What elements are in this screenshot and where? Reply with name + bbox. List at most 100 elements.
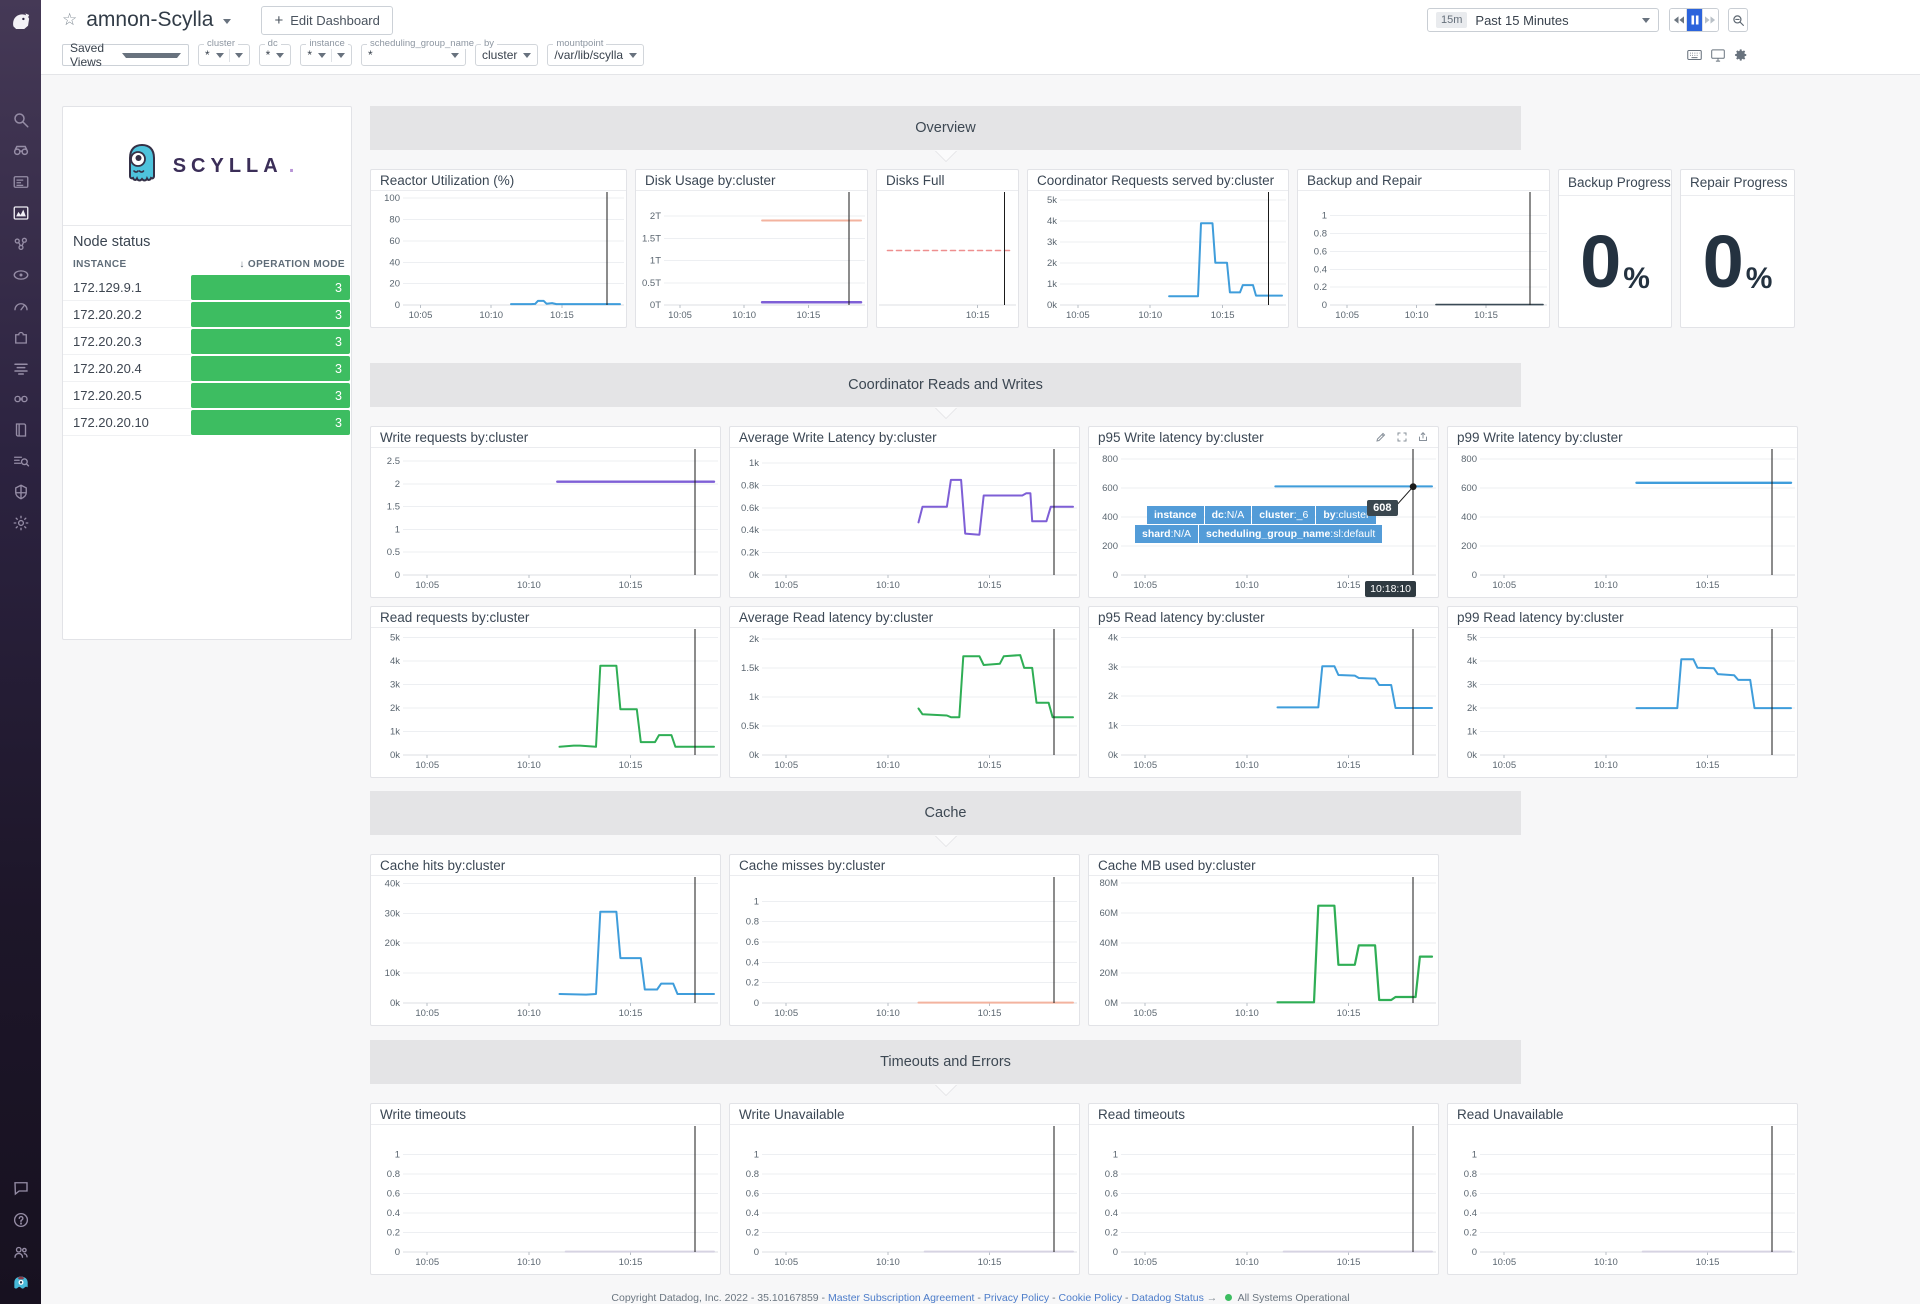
fullscreen-icon[interactable] xyxy=(1396,431,1408,443)
section-header-overview[interactable]: Overview xyxy=(370,106,1521,150)
chart-cache-hits-by-cluster[interactable]: Cache hits by:cluster 0k 10k 20k 30k 40k 10:05… xyxy=(370,854,721,1026)
watchdog-icon[interactable] xyxy=(11,141,31,161)
svg-text:0.8: 0.8 xyxy=(1464,1169,1477,1180)
dashboards-icon[interactable] xyxy=(11,296,31,316)
export-icon[interactable] xyxy=(1417,431,1429,443)
chart-coordinator-requests-served-by-cluster[interactable]: Coordinator Requests served by:cluster 0k… xyxy=(1027,169,1289,328)
zoom-out-button[interactable] xyxy=(1728,8,1748,32)
template-var-mountpoint[interactable]: mountpoint/var/lib/scylla xyxy=(547,38,645,66)
chart-p95-read-latency-by-cluster[interactable]: p95 Read latency by:cluster 0k 1k 2k 3k 4k 10:… xyxy=(1088,606,1439,778)
plot-area[interactable]: 0k 1k 2k 3k 4k 5k 10:05 10:10 10:15 xyxy=(1028,191,1288,327)
plot-area[interactable]: 0k 1k 2k 3k 4k 10:05 10:10 10:15 xyxy=(1089,628,1438,777)
svg-text:10:15: 10:15 xyxy=(1337,1008,1361,1019)
settings-icon[interactable] xyxy=(11,513,31,533)
chart-title: Backup Progress xyxy=(1559,170,1671,196)
integrations-icon[interactable] xyxy=(11,327,31,347)
plot-area[interactable]: 0 20 40 60 80 100 10:05 10:10 10:15 xyxy=(371,191,626,327)
plot-area[interactable]: 0 0.2 0.4 0.6 0.8 1 10:05 10:10 10:15 xyxy=(730,1125,1079,1274)
infrastructure-icon[interactable] xyxy=(11,234,31,254)
chart-p99-write-latency-by-cluster[interactable]: p99 Write latency by:cluster 0 200 400 600 80… xyxy=(1447,426,1798,598)
chart-cache-misses-by-cluster[interactable]: Cache misses by:cluster 0 0.2 0.4 0.6 0.8 1 10:… xyxy=(729,854,1080,1026)
chart-read-unavailable[interactable]: Read Unavailable 0 0.2 0.4 0.6 0.8 1 10:05 10:10… xyxy=(1447,1103,1798,1275)
template-var-label: mountpoint xyxy=(553,38,607,49)
column-header-operation-mode[interactable]: ↓ OPERATION MODE xyxy=(191,259,351,270)
chart-disks-full[interactable]: Disks Full 10:15 xyxy=(876,169,1019,328)
edit-pencil-icon[interactable] xyxy=(1375,431,1387,443)
chart-disk-usage-by-cluster[interactable]: Disk Usage by:cluster 0T 0.5T 1T 1.5T 2T 10:05… xyxy=(635,169,868,328)
plot-area[interactable]: 0k 1k 2k 3k 4k 5k 10:05 10:10 10:15 xyxy=(371,628,720,777)
plot-area[interactable]: 0k 0.5k 1k 1.5k 2k 10:05 10:10 10:15 xyxy=(730,628,1079,777)
template-var-cluster[interactable]: cluster * xyxy=(198,38,250,66)
plot-area[interactable]: 0k 1k 2k 3k 4k 5k 10:05 10:10 10:15 xyxy=(1448,628,1797,777)
plot-area[interactable]: 0T 0.5T 1T 1.5T 2T 10:05 10:10 10:15 xyxy=(636,191,867,327)
chart-backup-progress[interactable]: Backup Progress 0% xyxy=(1558,169,1672,328)
footer-link[interactable]: Cookie Policy xyxy=(1059,1292,1123,1304)
org-users-icon[interactable] xyxy=(11,1242,31,1262)
gear-icon[interactable] xyxy=(1734,48,1748,62)
template-var-scheduling_group_name[interactable]: scheduling_group_name * xyxy=(361,38,478,66)
pause-button[interactable] xyxy=(1686,9,1702,31)
chart-cache-mb-used-by-cluster[interactable]: Cache MB used by:cluster 0M 20M 40M 60M 80M 10… xyxy=(1088,854,1439,1026)
synthetics-icon[interactable] xyxy=(11,389,31,409)
plot-area[interactable]: 0 0.2 0.4 0.6 0.8 1 10:05 10:10 10:15 xyxy=(1089,1125,1438,1274)
chart-average-read-latency-by-cluster[interactable]: Average Read latency by:cluster 0k 0.5k 1k 1… xyxy=(729,606,1080,778)
favorite-star-icon[interactable]: ☆ xyxy=(62,10,77,30)
saved-views-select[interactable]: Saved Views xyxy=(62,41,189,69)
security-icon[interactable] xyxy=(11,482,31,502)
template-var-by[interactable]: by cluster xyxy=(475,38,539,66)
logs-icon[interactable] xyxy=(11,358,31,378)
chart-average-write-latency-by-cluster[interactable]: Average Write Latency by:cluster 0k 0.2k 0.… xyxy=(729,426,1080,598)
plot-area[interactable]: 0 0.2 0.4 0.6 0.8 1 10:05 10:10 10:15 xyxy=(371,1125,720,1274)
chart-repair-progress[interactable]: Repair Progress 0% xyxy=(1680,169,1795,328)
footer-link[interactable]: Master Subscription Agreement xyxy=(828,1292,975,1304)
template-var-dc[interactable]: dc * xyxy=(258,38,292,66)
chart-read-timeouts[interactable]: Read timeouts 0 0.2 0.4 0.6 0.8 1 10:05 10:10 10:… xyxy=(1088,1103,1439,1275)
footer-link[interactable]: Datadog Status xyxy=(1131,1292,1203,1304)
plot-area[interactable]: 0k 10k 20k 30k 40k 10:05 10:10 10:15 xyxy=(371,876,720,1025)
svg-text:0.5T: 0.5T xyxy=(642,278,661,289)
log-explorer-icon[interactable] xyxy=(11,451,31,471)
plot-area[interactable]: 0 0.5 1 1.5 2 2.5 10:05 10:10 10:15 xyxy=(371,448,720,597)
user-avatar[interactable] xyxy=(11,1274,31,1294)
template-var-instance[interactable]: instance * xyxy=(300,38,353,66)
help-icon[interactable] xyxy=(11,1210,31,1230)
forward-button[interactable] xyxy=(1702,9,1718,31)
plot-area[interactable]: 0k 0.2k 0.4k 0.6k 0.8k 1k 10:05 10:10 10:15 xyxy=(730,448,1079,597)
chart-p95-write-latency-by-cluster[interactable]: p95 Write latency by:cluster 608 instance d… xyxy=(1088,426,1439,598)
svg-text:10:10: 10:10 xyxy=(1594,760,1618,771)
chart-write-unavailable[interactable]: Write Unavailable 0 0.2 0.4 0.6 0.8 1 10:05 10:1… xyxy=(729,1103,1080,1275)
events-icon[interactable] xyxy=(11,172,31,192)
chart-backup-and-repair[interactable]: Backup and Repair 0 0.2 0.4 0.6 0.8 1 10:05 10:1… xyxy=(1297,169,1550,328)
rewind-button[interactable] xyxy=(1670,9,1686,31)
apm-icon[interactable] xyxy=(11,265,31,285)
chart-p99-read-latency-by-cluster[interactable]: p99 Read latency by:cluster 0k 1k 2k 3k 4k 5k 1… xyxy=(1447,606,1798,778)
section-header-timeouts-and-errors[interactable]: Timeouts and Errors xyxy=(370,1040,1521,1084)
plot-area[interactable]: 0M 20M 40M 60M 80M 10:05 10:10 10:15 xyxy=(1089,876,1438,1025)
hover-value-badge: 608 xyxy=(1367,499,1398,516)
footer-link[interactable]: Privacy Policy xyxy=(984,1292,1049,1304)
plot-area[interactable]: 10:15 xyxy=(877,191,1018,327)
section-header-cache[interactable]: Cache xyxy=(370,791,1521,835)
monitor-icon[interactable] xyxy=(1711,48,1725,62)
keyboard-icon[interactable] xyxy=(1687,49,1702,61)
column-header-instance[interactable]: INSTANCE xyxy=(63,259,191,270)
chart-write-timeouts[interactable]: Write timeouts 0 0.2 0.4 0.6 0.8 1 10:05 10:10 10… xyxy=(370,1103,721,1275)
plot-area[interactable]: 0 0.2 0.4 0.6 0.8 1 10:05 10:10 10:15 xyxy=(730,876,1079,1025)
search-icon[interactable] xyxy=(11,110,31,130)
title-chevron-down-icon[interactable] xyxy=(223,19,232,24)
datadog-logo[interactable] xyxy=(0,0,41,44)
chart-read-requests-by-cluster[interactable]: Read requests by:cluster 0k 1k 2k 3k 4k 5k 10:0… xyxy=(370,606,721,778)
notebooks-icon[interactable] xyxy=(11,420,31,440)
plot-area[interactable]: 0 0.2 0.4 0.6 0.8 1 10:05 10:10 10:15 xyxy=(1448,1125,1797,1274)
node-status-widget[interactable]: SCYLLA. Node status INSTANCE ↓ OPERATION… xyxy=(62,106,352,640)
chat-icon[interactable] xyxy=(11,1178,31,1198)
section-header-coordinator-reads-and-writes[interactable]: Coordinator Reads and Writes xyxy=(370,363,1521,407)
chart-reactor-utilization-[interactable]: Reactor Utilization (%) 0 20 40 60 80 100 10:05… xyxy=(370,169,627,328)
chart-write-requests-by-cluster[interactable]: Write requests by:cluster 0 0.5 1 1.5 2 2.5 10:… xyxy=(370,426,721,598)
plot-area[interactable]: 0 0.2 0.4 0.6 0.8 1 10:05 10:10 10:15 xyxy=(1298,191,1549,327)
time-range-selector[interactable]: 15m Past 15 Minutes xyxy=(1427,8,1659,32)
edit-dashboard-button[interactable]: + Edit Dashboard xyxy=(261,5,393,35)
plot-area[interactable]: 608 instance dc:N/A cluster:_6 by:cluster sha… xyxy=(1089,448,1438,597)
plot-area[interactable]: 0 200 400 600 800 10:05 10:10 10:15 xyxy=(1448,448,1797,597)
metrics-icon[interactable] xyxy=(11,203,31,223)
